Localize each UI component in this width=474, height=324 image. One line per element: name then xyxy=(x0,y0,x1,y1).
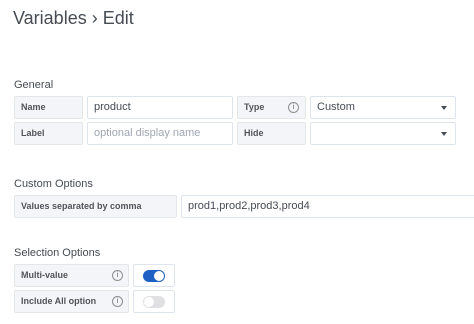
page-title: Variables › Edit xyxy=(13,8,134,28)
info-icon[interactable]: i xyxy=(112,296,123,307)
general-section-heading: General xyxy=(14,79,54,91)
include-all-label: Include All option i xyxy=(14,290,129,313)
caret-down-icon xyxy=(441,106,447,110)
toggle-knob xyxy=(154,271,164,281)
hide-label: Hide xyxy=(237,122,306,145)
values-input[interactable]: prod1,prod2,prod3,prod4 xyxy=(181,195,474,218)
toggle-switch[interactable] xyxy=(143,296,165,308)
type-select-value: Custom xyxy=(317,101,355,113)
label-input[interactable]: optional display name xyxy=(87,122,233,145)
toggle-knob xyxy=(144,297,154,307)
include-all-label-text: Include All option xyxy=(21,296,97,306)
multi-value-toggle[interactable] xyxy=(133,264,175,287)
include-all-toggle[interactable] xyxy=(133,290,175,313)
name-label: Name xyxy=(14,96,83,119)
type-label-text: Type xyxy=(244,102,265,112)
name-input[interactable]: product xyxy=(87,96,233,119)
selection-options-heading: Selection Options xyxy=(14,247,101,259)
multi-value-label-text: Multi-value xyxy=(21,270,69,280)
info-icon[interactable]: i xyxy=(112,270,123,281)
multi-value-label: Multi-value i xyxy=(14,264,129,287)
type-select[interactable]: Custom xyxy=(310,96,456,119)
custom-options-heading: Custom Options xyxy=(14,178,93,190)
hide-select[interactable] xyxy=(310,122,456,145)
caret-down-icon xyxy=(441,132,447,136)
values-label: Values separated by comma xyxy=(14,195,177,218)
type-label: Type i xyxy=(237,96,306,119)
label-label: Label xyxy=(14,122,83,145)
info-icon[interactable]: i xyxy=(288,102,299,113)
toggle-switch[interactable] xyxy=(143,270,165,282)
